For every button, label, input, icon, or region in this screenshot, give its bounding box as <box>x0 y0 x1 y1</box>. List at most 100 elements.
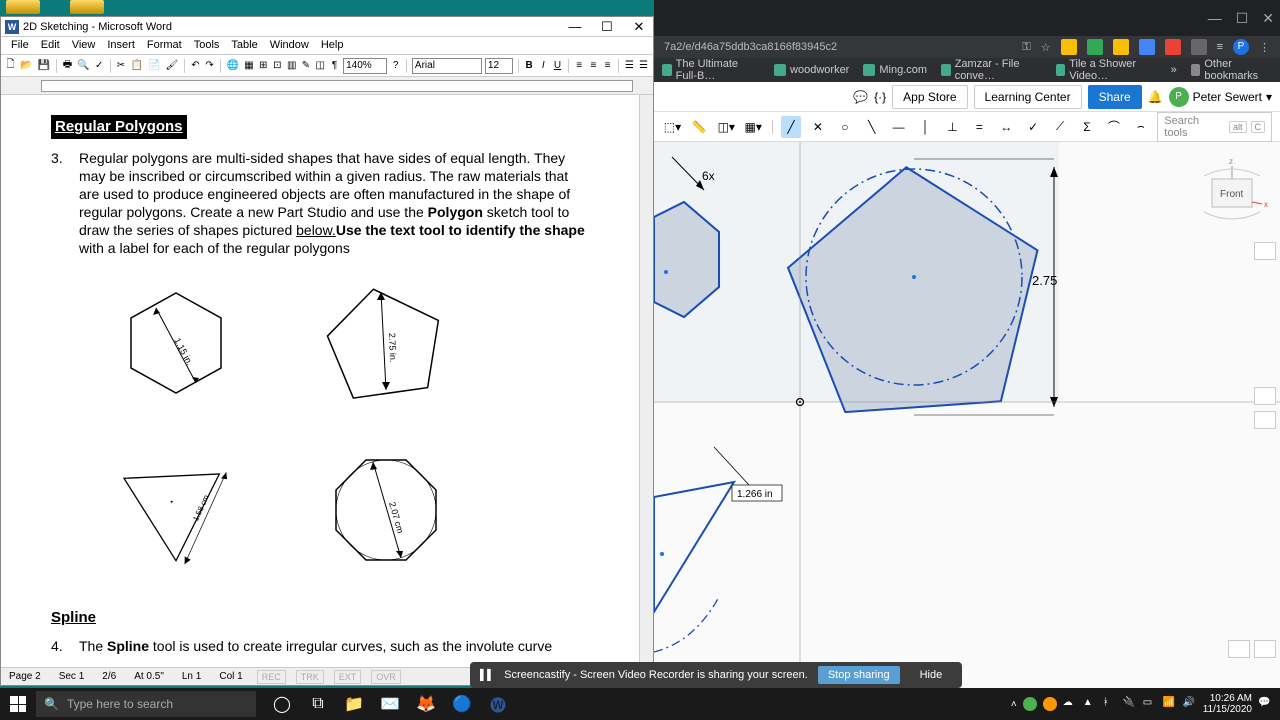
mail-icon[interactable]: ✉️ <box>374 688 406 720</box>
menu-edit[interactable]: Edit <box>35 37 66 54</box>
view-cube[interactable]: z Front x <box>1192 154 1272 234</box>
share-button[interactable]: Share <box>1088 85 1142 109</box>
bold-icon[interactable]: B <box>524 58 535 74</box>
paste-icon[interactable]: 📄 <box>147 58 161 74</box>
maximize-button[interactable]: ☐ <box>597 19 617 35</box>
bookmarks-chevron-icon[interactable]: » <box>1171 64 1177 76</box>
menu-tools[interactable]: Tools <box>188 37 226 54</box>
profile-avatar[interactable]: P <box>1233 39 1249 55</box>
stop-sharing-button[interactable]: Stop sharing <box>818 666 900 684</box>
extension-icon[interactable] <box>1113 39 1129 55</box>
wifi-icon[interactable]: 📶 <box>1163 697 1177 711</box>
pilcrow-icon[interactable]: ¶ <box>329 58 340 74</box>
tables-icon[interactable]: ▦ <box>243 58 254 74</box>
status-rec[interactable]: REC <box>257 670 286 684</box>
columns-icon[interactable]: ▥ <box>286 58 297 74</box>
zoom-select[interactable] <box>343 58 387 74</box>
user-menu[interactable]: P Peter Sewert ▾ <box>1169 87 1272 107</box>
taskbar-clock[interactable]: 10:26 AM 11/15/2020 <box>1203 693 1252 715</box>
extension-icon[interactable] <box>1061 39 1077 55</box>
word-document[interactable]: Regular Polygons 3. Regular polygons are… <box>1 95 639 667</box>
section-icon[interactable]: ◫▾ <box>716 116 737 138</box>
menu-view[interactable]: View <box>66 37 102 54</box>
drawing-icon[interactable] <box>1254 640 1276 658</box>
comment-icon[interactable]: 💬 <box>853 90 868 104</box>
equal-constraint-icon[interactable]: = <box>969 116 990 138</box>
print-icon[interactable]: 🖶 <box>62 58 73 74</box>
parallel-icon[interactable]: ⌒ <box>1103 116 1124 138</box>
word-ruler[interactable] <box>1 77 653 95</box>
learning-center-button[interactable]: Learning Center <box>974 85 1082 109</box>
bookmark-star-icon[interactable]: ☆ <box>1041 41 1051 54</box>
tray-chevron-icon[interactable]: ˄ <box>1011 699 1017 710</box>
units-icon[interactable] <box>1228 640 1250 658</box>
browser-minimize-icon[interactable]: — <box>1208 10 1222 26</box>
browser-menu-icon[interactable]: ⋮ <box>1259 41 1270 54</box>
network-icon[interactable]: 🔌 <box>1123 697 1137 711</box>
symmetric-icon[interactable]: Σ <box>1077 116 1098 138</box>
onedrive-icon[interactable]: ☁ <box>1063 697 1077 711</box>
minimize-button[interactable]: — <box>565 19 585 35</box>
drawing-icon[interactable]: ✎ <box>300 58 311 74</box>
line-tool-icon[interactable]: ╱ <box>781 116 802 138</box>
other-bookmarks[interactable]: Other bookmarks <box>1191 58 1272 82</box>
corner-rect-icon[interactable]: ✕ <box>807 116 828 138</box>
center-circle-icon[interactable]: ○ <box>834 116 855 138</box>
menu-window[interactable]: Window <box>264 37 315 54</box>
fontsize-select[interactable] <box>485 58 513 74</box>
desktop-icon[interactable] <box>70 0 104 14</box>
measure-icon[interactable]: 📏 <box>689 116 710 138</box>
volume-icon[interactable]: 🔊 <box>1183 697 1197 711</box>
tray-icon[interactable] <box>1043 697 1057 711</box>
bluetooth-icon[interactable]: ᚼ <box>1103 697 1117 711</box>
font-select[interactable] <box>412 58 482 74</box>
tray-icon[interactable]: ▲ <box>1083 697 1097 711</box>
bookmark-item[interactable]: Tile a Shower Video… <box>1056 58 1157 82</box>
word-taskbar-icon[interactable]: 🅦 <box>482 688 514 720</box>
align-center-icon[interactable]: ≡ <box>588 58 599 74</box>
view-icon[interactable]: ▦▾ <box>743 116 764 138</box>
coincident-icon[interactable]: ✓ <box>1023 116 1044 138</box>
extension-icon[interactable] <box>1087 39 1103 55</box>
vert-constraint-icon[interactable]: │ <box>915 116 936 138</box>
battery-icon[interactable]: ▭ <box>1143 697 1157 711</box>
menu-table[interactable]: Table <box>225 37 263 54</box>
firefox-icon[interactable]: 🦊 <box>410 688 442 720</box>
tangent-line-icon[interactable]: ╲ <box>861 116 882 138</box>
copy-icon[interactable]: 📋 <box>130 58 144 74</box>
task-view-icon[interactable]: ⧉ <box>302 688 334 720</box>
midpoint-icon[interactable]: ↔ <box>996 116 1017 138</box>
preview-icon[interactable]: 🔍 <box>76 58 90 74</box>
feature-list-icon[interactable] <box>1254 411 1276 429</box>
browser-maximize-icon[interactable]: ☐ <box>1236 10 1249 27</box>
notifications-icon[interactable]: 💬 <box>1258 697 1272 711</box>
tangent-icon[interactable]: ⟋ <box>1050 116 1071 138</box>
redo-icon[interactable]: ↷ <box>204 58 215 74</box>
app-store-button[interactable]: App Store <box>892 85 967 109</box>
underline-icon[interactable]: U <box>552 58 563 74</box>
menu-file[interactable]: File <box>5 37 35 54</box>
undo-icon[interactable]: ↶ <box>190 58 201 74</box>
hyperlink-icon[interactable]: 🌐 <box>226 58 240 74</box>
taskbar-search[interactable]: 🔍 Type here to search <box>36 691 256 717</box>
notification-icon[interactable]: 🔔 <box>1148 90 1163 104</box>
browser-addressbar[interactable]: 7a2/e/d46a75ddb3ca8166f83945c2 ⚿ ☆ ≡ P ⋮ <box>654 36 1280 58</box>
align-right-icon[interactable]: ≡ <box>602 58 613 74</box>
cortana-icon[interactable]: ◯ <box>266 688 298 720</box>
bookmark-item[interactable]: Zamzar - File conve… <box>941 58 1042 82</box>
pause-icon[interactable]: ▌▌ <box>480 670 494 681</box>
open-icon[interactable]: 📂 <box>19 58 33 74</box>
key-icon[interactable]: ⚿ <box>1022 41 1030 54</box>
bullet-list-icon[interactable]: ☰ <box>638 58 649 74</box>
status-ext[interactable]: EXT <box>334 670 362 684</box>
word-titlebar[interactable]: W 2D Sketching - Microsoft Word — ☐ ✕ <box>1 17 653 37</box>
versions-icon[interactable]: {·} <box>874 90 886 104</box>
status-ovr[interactable]: OVR <box>371 670 401 684</box>
excel-icon[interactable]: ⊡ <box>272 58 283 74</box>
menu-insert[interactable]: Insert <box>101 37 141 54</box>
extension-icon[interactable] <box>1165 39 1181 55</box>
vertical-scrollbar[interactable] <box>639 95 653 667</box>
isometric-view-icon[interactable] <box>1254 242 1276 260</box>
help-icon[interactable]: ? <box>390 58 401 74</box>
tray-icon[interactable] <box>1023 697 1037 711</box>
